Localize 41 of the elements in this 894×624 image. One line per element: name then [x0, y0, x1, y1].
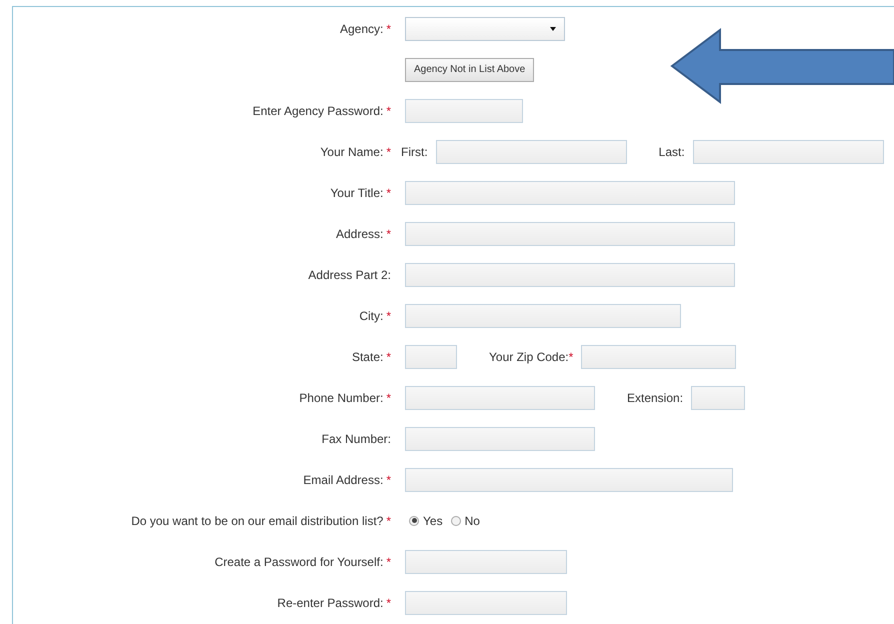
input-field[interactable] [405, 550, 567, 574]
field-label: Address Part 2: [308, 266, 391, 284]
input-field[interactable] [405, 304, 681, 328]
field-label: City: * [359, 308, 391, 324]
field-label: Phone Number: * [299, 390, 391, 406]
field-label: First: [401, 144, 428, 160]
input-field[interactable] [691, 386, 746, 410]
radio-option[interactable]: Yes [409, 512, 443, 530]
radio-option[interactable]: No [450, 512, 480, 530]
input-field[interactable] [405, 590, 567, 614]
field-label: Enter Agency Password: * [252, 102, 391, 120]
input-field[interactable] [405, 180, 735, 204]
field-label: Email Address: * [303, 472, 391, 488]
field-label: Last: [658, 144, 685, 160]
field-label: Fax Number: [322, 430, 391, 448]
field-label: State: * [352, 348, 391, 366]
input-field[interactable] [405, 344, 457, 368]
field-label: Agency: * [340, 20, 391, 38]
input-field[interactable] [405, 468, 733, 492]
arrow-icon [670, 28, 894, 104]
input-field[interactable] [405, 98, 523, 122]
agency-select[interactable] [405, 16, 565, 40]
caret-icon [550, 26, 556, 30]
radio-button[interactable] [450, 516, 461, 526]
input-field[interactable] [405, 222, 735, 246]
input-field[interactable] [405, 262, 735, 286]
input-field[interactable] [436, 140, 627, 164]
field-label: Create a Password for Yourself: * [214, 554, 391, 570]
agency-not-listed-button[interactable]: Agency Not in List Above [405, 58, 534, 82]
radio-button[interactable] [409, 516, 419, 526]
input-field[interactable] [405, 386, 595, 410]
field-label: Do you want to be on our email distribution list? * [131, 512, 391, 530]
field-label: Your Name: * [320, 144, 391, 160]
field-label: Address: * [336, 226, 391, 242]
field-label: Re-enter Password: * [277, 594, 391, 612]
field-label: Your Zip Code:* [489, 348, 574, 366]
input-field[interactable] [692, 140, 884, 164]
field-label: Your Title: * [330, 184, 391, 202]
input-field[interactable] [405, 426, 595, 450]
field-label: Extension: [627, 390, 684, 406]
input-field[interactable] [581, 344, 736, 368]
